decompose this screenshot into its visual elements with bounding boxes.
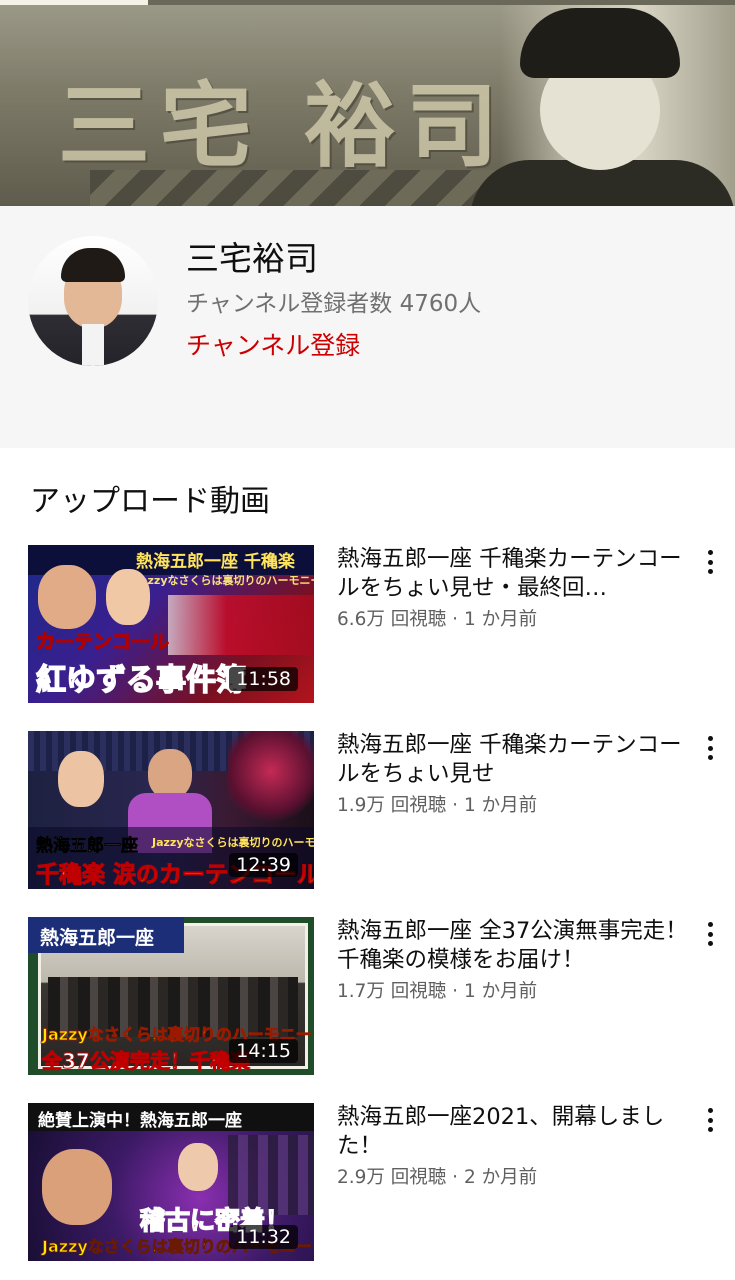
thumb-caption-main: 紅ゆずる事件簿 [35, 662, 247, 699]
more-options-icon[interactable] [698, 733, 722, 763]
thumb-caption-top: 絶賛上演中！熱海五郎一座 [38, 1111, 242, 1131]
video-duration: 12:39 [229, 853, 298, 877]
section-title: アップロード動画 [30, 484, 270, 519]
thumb-spotlight [228, 731, 314, 831]
video-item[interactable]: 熱海五郎一座 Jazzyなさくらは裏切りのハーモニー 全37公演完走！千穐楽 1… [0, 917, 735, 1079]
thumb-caption-top: 熱海五郎一座 [40, 927, 155, 949]
thumb-person-face [178, 1143, 218, 1191]
thumb-caption-main: 全37公演完走！千穐楽 [42, 1049, 251, 1074]
subscriber-count: チャンネル登録者数 4760人 [186, 291, 482, 317]
avatar-hair [61, 248, 125, 282]
thumb-person-face [42, 1149, 112, 1225]
video-thumbnail[interactable]: 熱海五郎一座 Jazzyなさくらは裏切りのハーモニー 全37公演完走！千穐楽 1… [28, 917, 314, 1075]
video-duration: 11:58 [229, 667, 298, 691]
channel-name: 三宅裕司 [186, 239, 318, 278]
banner-progress-track [148, 0, 735, 5]
thumb-caption-top: 熱海五郎一座 [36, 836, 139, 857]
video-meta: 6.6万 回視聴 · 1 か月前 [337, 609, 538, 630]
video-duration: 14:15 [229, 1039, 298, 1063]
video-meta: 1.7万 回視聴 · 1 か月前 [337, 981, 538, 1002]
video-title[interactable]: 熱海五郎一座2021、開幕しました！ [337, 1103, 692, 1161]
video-title[interactable]: 熱海五郎一座 全37公演無事完走！千穐楽の模様をお届け！ [337, 917, 692, 975]
banner-portrait-hair [520, 8, 680, 78]
video-title[interactable]: 熱海五郎一座 千穐楽カーテンコールをちょい見せ [337, 731, 692, 789]
thumb-caption-top: 熱海五郎一座 千穐楽 [136, 552, 295, 572]
video-thumbnail[interactable]: 絶賛上演中！熱海五郎一座 稽古に密着！ Jazzyなさくらは裏切りのハーモニー … [28, 1103, 314, 1261]
thumb-stage-figures [168, 595, 314, 655]
thumb-caption-tag: カーテンコール [35, 631, 170, 654]
video-meta: 1.9万 回視聴 · 1 か月前 [337, 795, 538, 816]
channel-banner: 三宅 裕司 [0, 0, 735, 206]
avatar-shirt [82, 324, 104, 366]
more-options-icon[interactable] [698, 919, 722, 949]
banner-title: 三宅 裕司 [58, 72, 509, 180]
banner-progress [0, 0, 148, 5]
video-thumbnail[interactable]: 熱海五郎一座 Jazzyなさくらは裏切りのハーモニー 千穐楽 涙のカーテンコール… [28, 731, 314, 889]
video-title[interactable]: 熱海五郎一座 千穐楽カーテンコールをちょい見せ・最終回… [337, 545, 692, 603]
thumb-caption-sub: Jazzyなさくらは裏切りのハーモニー [136, 574, 314, 587]
channel-avatar[interactable] [28, 236, 158, 366]
thumb-person-face [106, 569, 150, 625]
video-meta: 2.9万 回視聴 · 2 か月前 [337, 1167, 538, 1188]
subscribe-button[interactable]: チャンネル登録 [186, 326, 360, 362]
thumb-person-face [38, 565, 96, 629]
video-item[interactable]: 熱海五郎一座 Jazzyなさくらは裏切りのハーモニー 千穐楽 涙のカーテンコール… [0, 731, 735, 893]
thumb-person-face [58, 751, 104, 807]
video-thumbnail[interactable]: 熱海五郎一座 千穐楽 Jazzyなさくらは裏切りのハーモニー カーテンコール 紅… [28, 545, 314, 703]
more-options-icon[interactable] [698, 547, 722, 577]
thumb-caption-sub: Jazzyなさくらは裏切りのハーモニー [152, 836, 314, 849]
thumb-person-face [148, 749, 192, 799]
video-item[interactable]: 絶賛上演中！熱海五郎一座 稽古に密着！ Jazzyなさくらは裏切りのハーモニー … [0, 1103, 735, 1265]
more-options-icon[interactable] [698, 1105, 722, 1135]
video-duration: 11:32 [229, 1225, 298, 1249]
video-item[interactable]: 熱海五郎一座 千穐楽 Jazzyなさくらは裏切りのハーモニー カーテンコール 紅… [0, 545, 735, 707]
